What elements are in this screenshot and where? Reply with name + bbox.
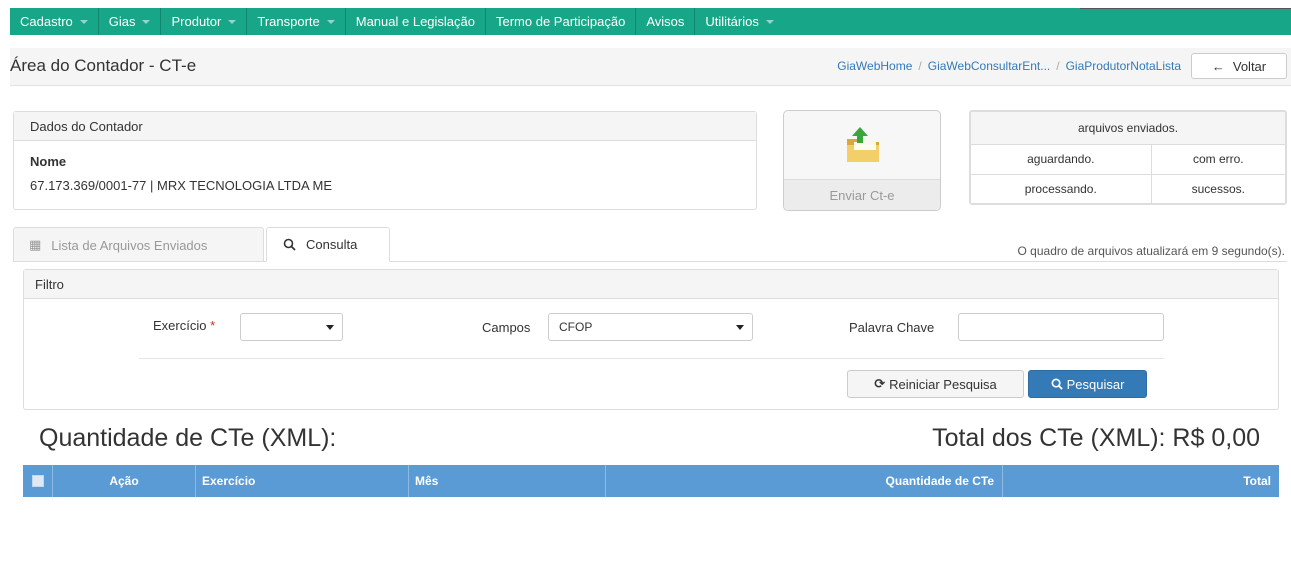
- results-table-header: Ação Exercício Mês Quantidade de CTe Tot…: [23, 465, 1279, 497]
- search-button[interactable]: Pesquisar: [1028, 370, 1147, 398]
- filter-panel: Filtro Exercício * Campos CFOP Palavra C…: [23, 269, 1279, 410]
- breadcrumb-link-consultar[interactable]: GiaWebConsultarEnt...: [928, 59, 1051, 73]
- back-button[interactable]: ← Voltar: [1191, 53, 1287, 79]
- nav-item-manual[interactable]: Manual e Legislação: [346, 8, 486, 35]
- chevron-down-icon: [326, 19, 335, 24]
- name-value: 67.173.369/0001-77 | MRX TECNOLOGIA LTDA…: [30, 178, 333, 193]
- chevron-down-icon: [228, 19, 237, 24]
- nav-item-label: Avisos: [646, 14, 685, 29]
- divider: [13, 261, 1287, 262]
- exercicio-select[interactable]: [240, 313, 343, 341]
- results-table-body: [23, 497, 1279, 578]
- nav-item-label: Produtor: [171, 14, 222, 29]
- refresh-icon: ⟳: [874, 376, 886, 391]
- chevron-down-icon: [736, 325, 744, 330]
- top-navbar: Cadastro Gias Produtor Transporte Manual…: [10, 8, 1291, 35]
- stat-waiting: aguardando.: [970, 144, 1152, 175]
- search-label: Pesquisar: [1066, 376, 1125, 392]
- tab-consulta[interactable]: Consulta: [266, 227, 390, 262]
- exercicio-label: Exercício *: [153, 318, 216, 333]
- panel-title: Dados do Contador: [14, 112, 756, 141]
- chevron-down-icon: [326, 325, 334, 330]
- arrow-left-icon: ←: [1211, 58, 1225, 74]
- search-icon: [1051, 378, 1063, 390]
- page-header: Área do Contador - CT-e GiaWebHome / GiaWe…: [10, 48, 1291, 86]
- column-header-total[interactable]: Total: [1003, 465, 1279, 497]
- reset-search-button[interactable]: ⟳ Reiniciar Pesquisa: [847, 370, 1024, 398]
- campos-select[interactable]: CFOP: [548, 313, 753, 341]
- column-header-mes[interactable]: Mês: [409, 465, 606, 497]
- breadcrumb: GiaWebHome / GiaWebConsultarEnt... / GiaProd…: [837, 59, 1181, 73]
- chevron-down-icon: [142, 19, 151, 24]
- refresh-countdown: O quadro de arquivos atualizará em 9 seg…: [1017, 244, 1286, 258]
- nav-item-label: Transporte: [257, 14, 320, 29]
- campos-label: Campos: [482, 320, 531, 335]
- contador-panel: Dados do Contador Nome 67.173.369/0001-7…: [13, 111, 757, 210]
- nav-item-transporte[interactable]: Transporte: [247, 8, 346, 35]
- column-header-quantidade[interactable]: Quantidade de CTe: [606, 465, 1003, 497]
- send-cte-button[interactable]: Enviar Ct-e: [783, 110, 941, 211]
- column-header-acao[interactable]: Ação: [53, 465, 196, 497]
- nav-item-cadastro[interactable]: Cadastro: [10, 8, 99, 35]
- stats-title: arquivos enviados.: [970, 111, 1286, 145]
- select-all-checkbox[interactable]: [23, 465, 53, 497]
- back-button-label: Voltar: [1232, 58, 1267, 74]
- nav-item-label: Termo de Participação: [496, 14, 626, 29]
- search-icon: [283, 238, 296, 251]
- nav-item-utilitarios[interactable]: Utilitários: [695, 8, 783, 35]
- nav-item-label: Utilitários: [705, 14, 759, 29]
- keyword-label: Palavra Chave: [849, 320, 935, 335]
- nav-item-avisos[interactable]: Avisos: [636, 8, 696, 35]
- tab-lista-arquivos[interactable]: ▦ Lista de Arquivos Enviados: [13, 227, 264, 262]
- required-marker: *: [210, 318, 216, 333]
- table-icon: ▦: [29, 237, 42, 252]
- chevron-down-icon: [765, 19, 774, 24]
- total-title: Total dos CTe (XML): R$ 0,00: [932, 424, 1260, 452]
- nav-item-label: Manual e Legislação: [355, 14, 475, 29]
- sent-files-summary: arquivos enviados. aguardando. com erro. …: [969, 110, 1287, 205]
- nav-item-label: Gias: [108, 14, 136, 29]
- folder-upload-icon: [847, 127, 879, 162]
- nav-item-produtor[interactable]: Produtor: [161, 8, 248, 35]
- divider: [1080, 8, 1291, 9]
- stat-success: sucessos.: [1150, 173, 1286, 204]
- column-header-exercicio[interactable]: Exercício: [196, 465, 409, 497]
- name-label: Nome: [30, 154, 67, 169]
- send-cte-label: Enviar Ct-e: [784, 179, 940, 210]
- stat-processing: processando.: [970, 173, 1152, 204]
- reset-search-label: Reiniciar Pesquisa: [889, 376, 997, 392]
- stat-error: com erro.: [1150, 144, 1286, 175]
- tab-label: Lista de Arquivos Enviados: [51, 237, 208, 253]
- page-title: Área do Contador - CT-e: [10, 56, 197, 75]
- keyword-input[interactable]: [958, 313, 1164, 341]
- quantity-title: Quantidade de CTe (XML):: [39, 424, 337, 452]
- nav-item-gias[interactable]: Gias: [99, 8, 162, 35]
- tab-label: Consulta: [306, 237, 358, 252]
- filter-title: Filtro: [24, 270, 1278, 299]
- nav-item-termo[interactable]: Termo de Participação: [486, 8, 637, 35]
- nav-item-label: Cadastro: [20, 14, 73, 29]
- chevron-down-icon: [79, 19, 88, 24]
- breadcrumb-link-nota-lista[interactable]: GiaProdutorNotaLista: [1066, 59, 1181, 73]
- breadcrumb-link-home[interactable]: GiaWebHome: [837, 59, 912, 73]
- divider: [139, 358, 1164, 359]
